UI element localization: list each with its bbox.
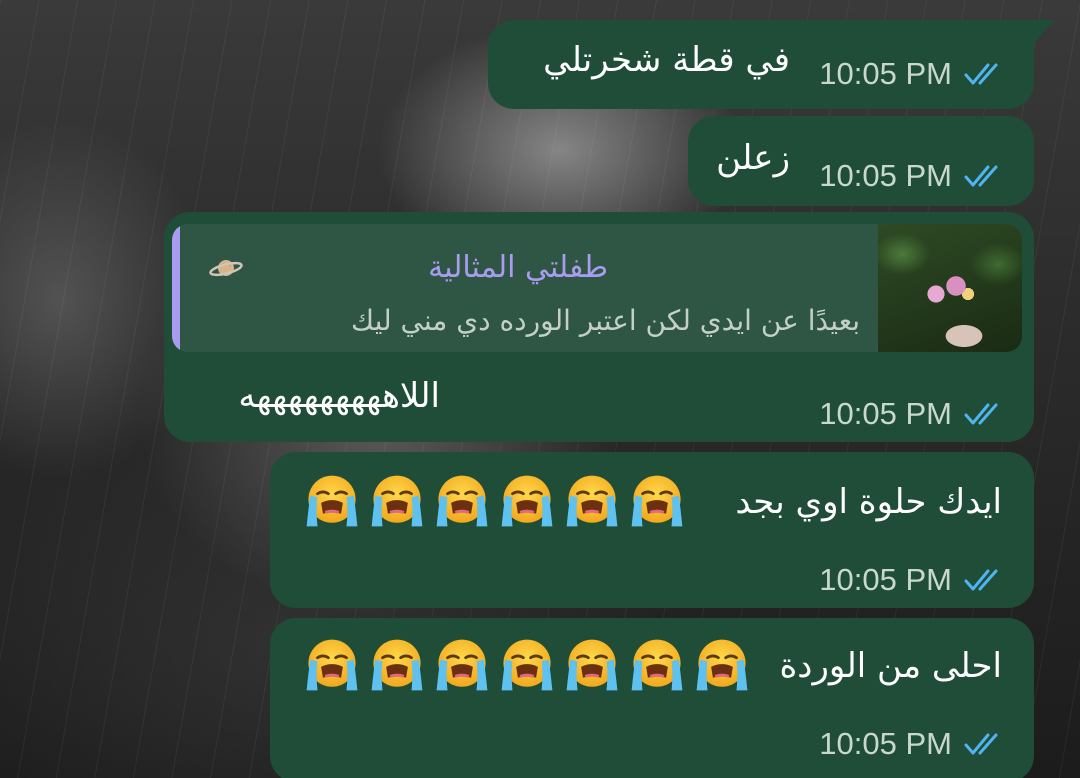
message-meta: 10:05 PM [819,562,1008,598]
loudly-crying-face-icon [566,639,618,691]
double-check-icon [964,569,998,591]
message-text: زعلن [716,138,790,178]
emoji-row [296,636,751,694]
planet-icon [209,260,243,277]
loudly-crying-face-icon [436,639,488,691]
reply-thumbnail[interactable] [878,224,1022,352]
message-bubble[interactable]: زعلن 10:05 PM [688,116,1034,206]
loudly-crying-face-icon [371,475,423,527]
message-text: اللاهههههههههه [238,376,440,416]
message-time: 10:05 PM [819,726,952,761]
bubble-tail [1028,20,1054,50]
double-check-icon [964,733,998,755]
message-time: 10:05 PM [819,56,952,91]
double-check-icon [964,63,998,85]
loudly-crying-face-icon [631,639,683,691]
loudly-crying-face-icon [566,475,618,527]
reply-snippet: بعيدًا عن ايدي لكن اعتبر الورده دي مني ل… [351,304,860,337]
chat-screen: في قطة شخرتلي 10:05 PM زعلن 10:05 PM طفل… [0,0,1080,778]
loudly-crying-face-icon [306,475,358,527]
loudly-crying-face-icon [306,639,358,691]
message-meta: 10:05 PM [819,726,1008,762]
double-check-icon [964,403,998,425]
message-bubble[interactable]: في قطة شخرتلي 10:05 PM [488,20,1054,109]
loudly-crying-face-icon [501,639,553,691]
double-check-icon [964,165,998,187]
message-bubble[interactable]: ايدك حلوة اوي بجد 10:05 PM [270,452,1034,608]
message-time: 10:05 PM [819,396,952,431]
loudly-crying-face-icon [696,639,748,691]
reply-sender-name: طفلتي المثالية [428,250,608,285]
loudly-crying-face-icon [436,475,488,527]
loudly-crying-face-icon [371,639,423,691]
reply-preview[interactable]: طفلتي المثالية بعيدًا عن ايدي لكن اعتبر … [172,224,1022,352]
loudly-crying-face-icon [501,475,553,527]
message-text: ايدك حلوة اوي بجد [735,482,1002,522]
message-meta: 10:05 PM [819,396,1008,432]
message-meta: 10:05 PM [819,158,1008,194]
message-text: احلى من الوردة [779,646,1002,686]
loudly-crying-face-icon [631,475,683,527]
reply-accent-bar [172,224,180,352]
message-text: في قطة شخرتلي [543,40,790,80]
message-time: 10:05 PM [819,158,952,193]
message-time: 10:05 PM [819,562,952,597]
emoji-row [296,472,686,530]
message-bubble[interactable]: طفلتي المثالية بعيدًا عن ايدي لكن اعتبر … [164,212,1034,442]
message-meta: 10:05 PM [819,56,1008,92]
message-bubble[interactable]: احلى من الوردة 10:05 PM [270,618,1034,778]
